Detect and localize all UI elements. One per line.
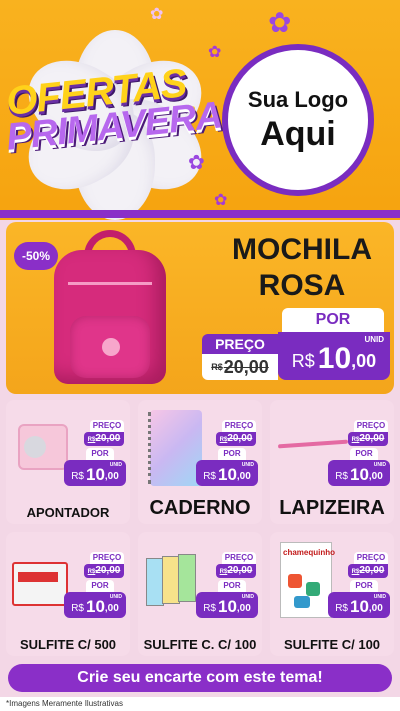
logo-line2: Aqui <box>260 114 336 153</box>
product-name: CADERNO <box>149 497 251 519</box>
old-price: R$20,00 <box>216 564 256 578</box>
flower-icon: ✿ <box>208 44 222 61</box>
sharpener-image <box>10 406 70 482</box>
new-price: UNID R$ 10,00 <box>196 460 258 486</box>
store-logo-placeholder: Sua Logo Aqui <box>222 44 374 196</box>
product-name: LAPIZEIRA <box>279 497 385 519</box>
divider-stripe <box>0 210 400 218</box>
cta-button[interactable]: Crie seu encarte com este tema! <box>8 664 392 692</box>
main-offer-card[interactable]: -50% MOCHILA ROSA POR PREÇO R$ 20,00 UNID… <box>6 222 394 394</box>
old-price: R$20,00 <box>348 564 388 578</box>
product-name: SULFITE C. C/ 100 <box>143 637 257 652</box>
new-price: UNID R$ 10,00 <box>328 592 390 618</box>
product-card[interactable]: PREÇO R$20,00 POR UNID R$ 10,00 CADERNO <box>138 400 262 524</box>
backpack-image <box>40 230 180 386</box>
discount-badge: -50% <box>14 242 58 270</box>
logo-line1: Sua Logo <box>247 86 349 112</box>
product-name: APONTADOR <box>26 505 110 520</box>
main-offer-title: MOCHILA ROSA <box>232 233 372 302</box>
flower-icon: ✿ <box>150 6 164 23</box>
old-price: R$20,00 <box>216 432 256 446</box>
flower-icon: ✿ <box>188 152 205 174</box>
disclaimer-text: *Imagens Meramente Ilustrativas <box>0 697 400 711</box>
product-card[interactable]: PREÇO R$20,00 POR UNID R$ 10,00 SULFITE C.… <box>138 532 262 656</box>
flower-icon: ✿ <box>214 192 228 209</box>
old-price: R$20,00 <box>84 432 124 446</box>
product-card[interactable]: chamequinho PREÇO R$20,00 POR UNID R$ 10,0… <box>270 532 394 656</box>
chamequinho-image: chamequinho <box>274 538 336 618</box>
flower-icon: ✿ <box>268 7 292 38</box>
colored-paper-image <box>142 538 202 614</box>
package-brand-text: chamequinho <box>283 548 336 557</box>
old-price: R$20,00 <box>84 564 124 578</box>
por-label: POR <box>282 308 384 332</box>
preco-label: PREÇO <box>202 334 278 354</box>
product-name: SULFITE C/ 100 <box>283 637 381 652</box>
new-price: UNID R$ 10,00 <box>328 460 390 486</box>
notebook-image <box>142 406 202 486</box>
campaign-logo: OFERTAS da PRIMAVERA <box>4 61 224 159</box>
header-banner: ✿ ✿ ✿ ✿ ✿ OFERTAS da PRIMAVERA Sua Logo … <box>0 0 400 220</box>
product-card[interactable]: PREÇO R$20,00 POR UNID R$ 10,00 APONTADOR <box>6 400 130 524</box>
product-card[interactable]: PREÇO R$20,00 POR UNID R$ 10,00 LAPIZEIRA <box>270 400 394 524</box>
paper-box-image <box>10 538 70 614</box>
product-name: SULFITE C/ 500 <box>19 637 117 652</box>
new-price: UNID R$ 10,00 <box>196 592 258 618</box>
new-price: UNID R$ 10,00 <box>64 592 126 618</box>
old-price: R$20,00 <box>202 354 278 380</box>
new-price: UNID R$ 10 ,00 <box>278 332 390 380</box>
pencil-image <box>274 406 349 482</box>
new-price: UNID R$ 10,00 <box>64 460 126 486</box>
product-card[interactable]: PREÇO R$20,00 POR UNID R$ 10,00 SULFITE C/… <box>6 532 130 656</box>
old-price: R$20,00 <box>348 432 388 446</box>
